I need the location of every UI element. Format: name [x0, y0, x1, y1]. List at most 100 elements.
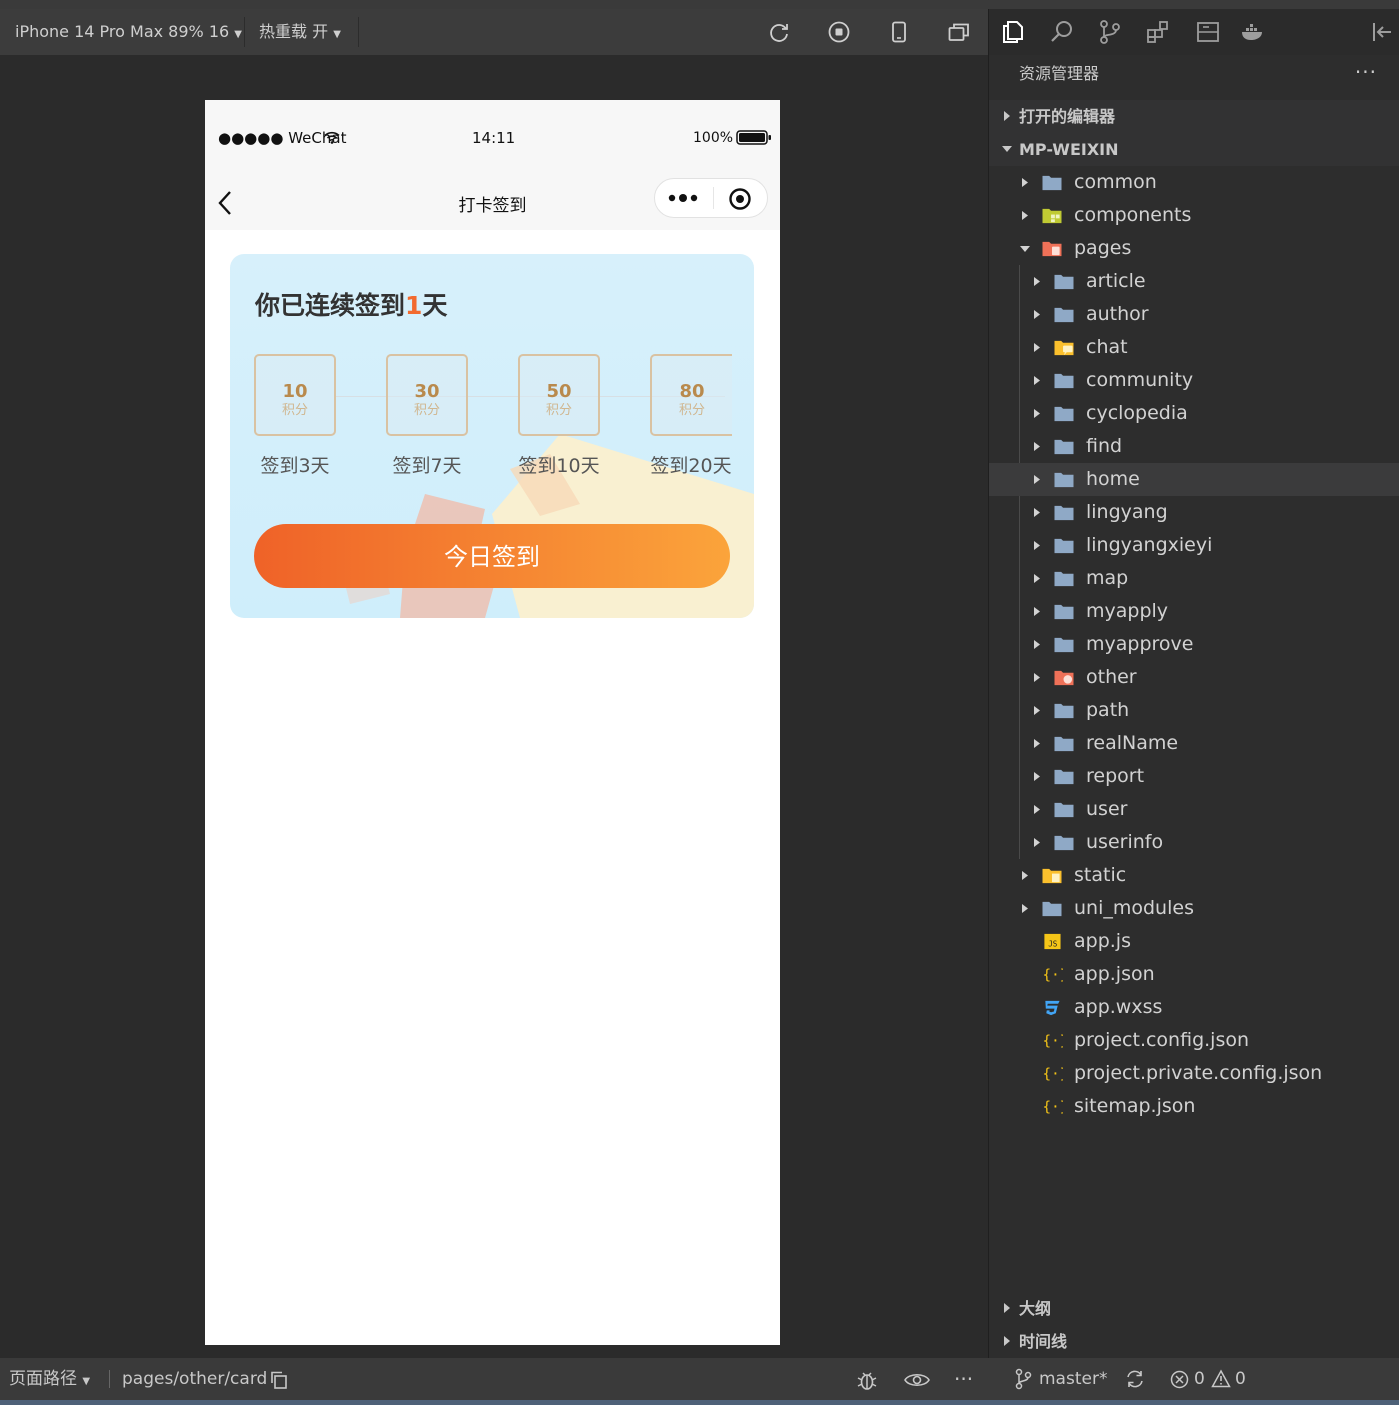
folder-icon — [1042, 175, 1062, 191]
tree-item-home[interactable]: home — [989, 463, 1399, 496]
tree-item-lingyang[interactable]: lingyang — [989, 496, 1399, 529]
git-branch-name[interactable]: master* — [1039, 1358, 1107, 1400]
chevron-right-icon — [1022, 904, 1028, 913]
tree-item-project-config-json[interactable]: {·} project.config.json — [989, 1024, 1399, 1057]
tree-item-app-json[interactable]: {·} app.json — [989, 958, 1399, 991]
tree-item-path[interactable]: path — [989, 694, 1399, 727]
tree-item-label: app.wxss — [1074, 996, 1163, 1018]
tree-item-other[interactable]: other — [989, 661, 1399, 694]
warning-icon[interactable] — [1211, 1369, 1231, 1388]
tree-item-user[interactable]: user — [989, 793, 1399, 826]
page-path-selector[interactable]: 页面路径 ▼ — [9, 1358, 90, 1400]
tree-item-label: report — [1086, 765, 1145, 787]
tree-item-author[interactable]: author — [989, 298, 1399, 331]
error-icon[interactable] — [1170, 1370, 1189, 1389]
chevron-right-icon — [1034, 706, 1040, 715]
remote-explorer-icon[interactable] — [1195, 19, 1221, 45]
svg-text:{·}: {·} — [1043, 1099, 1064, 1115]
tree-item-find[interactable]: find — [989, 430, 1399, 463]
chevron-right-icon — [1034, 442, 1040, 451]
stop-icon[interactable] — [827, 20, 851, 44]
phone-preview-icon[interactable] — [887, 20, 911, 44]
tree-item-map[interactable]: map — [989, 562, 1399, 595]
section-open-editors[interactable]: 打开的编辑器 — [989, 100, 1399, 133]
folder-icon — [1054, 835, 1074, 851]
chevron-down-icon: ▼ — [82, 1376, 91, 1387]
device-selector[interactable]: iPhone 14 Pro Max 89% 16 ▼ — [15, 9, 242, 55]
tree-item-common[interactable]: common — [989, 166, 1399, 199]
extensions-icon[interactable] — [1145, 19, 1171, 45]
debug-bug-icon[interactable] — [855, 1368, 879, 1392]
git-branch-icon[interactable] — [1014, 1368, 1032, 1390]
status-more-icon[interactable]: ··· — [954, 1358, 973, 1400]
battery-icon — [736, 130, 771, 145]
chevron-down-icon: ▼ — [333, 29, 341, 40]
collapse-panel-icon[interactable] — [1369, 19, 1395, 45]
section-label: 打开的编辑器 — [1019, 107, 1116, 126]
reward-box-7d: 30 积分 — [386, 354, 468, 436]
error-count: 0 — [1194, 1369, 1205, 1389]
tree-item-report[interactable]: report — [989, 760, 1399, 793]
tree-item-userinfo[interactable]: userinfo — [989, 826, 1399, 859]
tree-item-lingyangxieyi[interactable]: lingyangxieyi — [989, 529, 1399, 562]
tree-item-label: common — [1074, 171, 1157, 193]
chevron-right-icon — [1004, 111, 1010, 121]
chevron-down-icon — [1002, 146, 1012, 152]
tree-item-community[interactable]: community — [989, 364, 1399, 397]
close-mini-program-icon[interactable] — [728, 187, 752, 211]
streak-title-prefix: 你已连续签到 — [255, 291, 406, 320]
tree-item-pages[interactable]: pages — [989, 232, 1399, 265]
more-dots-icon[interactable] — [668, 191, 700, 205]
tree-item-myapply[interactable]: myapply — [989, 595, 1399, 628]
tree-item-label: lingyangxieyi — [1086, 534, 1213, 556]
copy-icon[interactable] — [270, 1371, 288, 1389]
explorer-files-icon[interactable] — [1000, 19, 1026, 45]
tree-item-label: community — [1086, 369, 1194, 391]
js-file-icon: JS — [1044, 933, 1061, 950]
chevron-right-icon — [1034, 574, 1040, 583]
sync-icon[interactable] — [1124, 1369, 1146, 1389]
explorer-more-button[interactable]: ··· — [1355, 55, 1377, 95]
folder-icon — [1054, 802, 1074, 818]
reward-points: 50 — [546, 381, 572, 402]
capsule-divider — [713, 187, 714, 209]
tree-item-sitemap-json[interactable]: {·} sitemap.json — [989, 1090, 1399, 1123]
refresh-icon[interactable] — [767, 20, 791, 44]
hot-reload-selector[interactable]: 热重载 开 ▼ — [259, 9, 341, 55]
tree-item-cyclopedia[interactable]: cyclopedia — [989, 397, 1399, 430]
section-project[interactable]: MP-WEIXIN — [989, 133, 1399, 166]
folder-icon — [1054, 769, 1074, 785]
tree-item-components[interactable]: components — [989, 199, 1399, 232]
signin-card: 你已连续签到1天 10 积分 30 积分 50 积分 80 积分 签到3天 签到… — [230, 254, 754, 618]
window-top-edge — [0, 0, 1399, 9]
chevron-down-icon — [1020, 246, 1030, 252]
tree-item-project-private-config-json[interactable]: {·} project.private.config.json — [989, 1057, 1399, 1090]
tree-item-myapprove[interactable]: myapprove — [989, 628, 1399, 661]
tree-item-realname[interactable]: realName — [989, 727, 1399, 760]
preview-eye-icon[interactable] — [904, 1370, 930, 1390]
tree-item-app-wxss[interactable]: app.wxss — [989, 991, 1399, 1024]
section-outline[interactable]: 大纲 — [989, 1292, 1399, 1325]
reward-caption: 签到3天 — [260, 455, 330, 477]
svg-text:{·}: {·} — [1043, 967, 1064, 983]
folder-icon — [1054, 736, 1074, 752]
chevron-right-icon — [1034, 475, 1040, 484]
tree-item-uni-modules[interactable]: uni_modules — [989, 892, 1399, 925]
chevron-right-icon — [1034, 508, 1040, 517]
section-timeline[interactable]: 时间线 — [989, 1325, 1399, 1358]
tree-item-chat[interactable]: chat — [989, 331, 1399, 364]
search-icon[interactable] — [1049, 19, 1075, 45]
chevron-right-icon — [1034, 805, 1040, 814]
tree-item-label: path — [1086, 699, 1130, 721]
folder-icon — [1054, 274, 1074, 290]
tree-item-article[interactable]: article — [989, 265, 1399, 298]
status-divider — [109, 1370, 110, 1388]
source-control-icon[interactable] — [1097, 19, 1123, 45]
json-file-icon: {·} — [1043, 1066, 1064, 1082]
tree-item-label: components — [1074, 204, 1192, 226]
tree-item-app-js[interactable]: JS app.js — [989, 925, 1399, 958]
daily-signin-button[interactable]: 今日签到 — [254, 524, 730, 588]
tree-item-static[interactable]: static — [989, 859, 1399, 892]
detach-window-icon[interactable] — [947, 20, 971, 44]
docker-icon[interactable] — [1240, 19, 1266, 45]
